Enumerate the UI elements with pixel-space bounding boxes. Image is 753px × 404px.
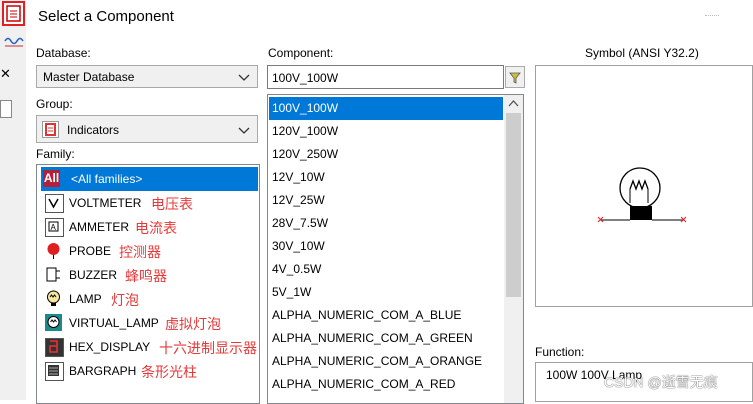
symbol-label: Symbol (ANSI Y32.2)	[585, 46, 699, 60]
lamp-icon	[45, 290, 62, 307]
family-item-label: AMMETER	[69, 220, 129, 234]
watermark: CSDN @逝雪无痕	[604, 374, 718, 390]
family-item-label: PROBE	[69, 244, 112, 258]
family-item-label: BUZZER	[69, 268, 117, 282]
family-item-annotation: 十六进制显示器	[159, 341, 257, 357]
chevron-down-icon	[238, 127, 250, 134]
virtual-lamp-icon	[45, 314, 62, 331]
family-item-buzzer[interactable]: BUZZER 蜂鸣器	[39, 263, 257, 287]
filter-icon	[509, 72, 521, 84]
close-icon[interactable]: ✕	[0, 66, 12, 84]
component-item[interactable]: 28V_7.5W	[269, 212, 503, 235]
component-item[interactable]: 30V_10W	[269, 235, 503, 258]
component-rows: 100V_100W 120V_100W 120V_250W 12V_10W 12V_25…	[269, 97, 503, 396]
group-label: Group:	[36, 97, 73, 111]
scroll-up-icon[interactable]	[504, 95, 523, 112]
component-item[interactable]: 12V_10W	[269, 166, 503, 189]
family-item-label: HEX_DISPLAY	[69, 340, 151, 354]
wave-icon[interactable]	[4, 33, 24, 51]
family-item-label: <All families>	[71, 172, 143, 186]
family-label: Family:	[36, 147, 75, 161]
family-item-annotation: 蜂鸣器	[125, 269, 167, 285]
family-item-annotation: 虚拟灯泡	[165, 317, 221, 333]
component-item[interactable]: 120V_250W	[269, 143, 503, 166]
side-toolbar	[0, 0, 26, 400]
database-select[interactable]: Master Database	[36, 65, 258, 88]
family-list[interactable]: All <All families> VOLTMETER 电压表 A AMMET…	[36, 164, 260, 404]
component-item[interactable]: ALPHA_NUMERIC_COM_A_BLUE	[269, 304, 503, 327]
component-input[interactable]: 100V_100W	[267, 65, 504, 89]
family-item-annotation: 电流表	[135, 221, 177, 237]
component-item[interactable]: 5V_1W	[269, 281, 503, 304]
family-item-virtual-lamp[interactable]: VIRTUAL_LAMP 虚拟灯泡	[39, 311, 257, 335]
component-list[interactable]: 100V_100W 120V_100W 120V_250W 12V_10W 12V_25…	[267, 94, 524, 404]
scrollbar-thumb[interactable]	[506, 113, 521, 297]
window-control-icon[interactable]	[705, 15, 719, 17]
hex-display-icon	[45, 338, 64, 357]
component-item[interactable]: ALPHA_NUMERIC_COM_A_RED	[269, 373, 503, 396]
component-item[interactable]: ALPHA_NUMERIC_COM_A_ORANGE	[269, 350, 503, 373]
family-item-annotation: 电压表	[151, 197, 193, 213]
ammeter-icon: A	[45, 218, 64, 237]
family-item-hex-display[interactable]: HEX_DISPLAY 十六进制显示器	[39, 335, 257, 359]
symbol-preview	[535, 65, 753, 307]
family-item-all[interactable]: All <All families>	[41, 167, 258, 191]
filter-button[interactable]	[505, 66, 525, 88]
component-item[interactable]: 120V_100W	[269, 120, 503, 143]
family-item-annotation: 条形光柱	[141, 365, 197, 381]
family-item-voltmeter[interactable]: VOLTMETER 电压表	[39, 191, 257, 215]
family-item-lamp[interactable]: LAMP 灯泡	[39, 287, 257, 311]
function-label: Function:	[535, 345, 585, 359]
component-label: Component:	[268, 46, 334, 60]
probe-icon	[45, 242, 62, 259]
component-item[interactable]: 4V_0.5W	[269, 258, 503, 281]
family-item-label: VIRTUAL_LAMP	[69, 316, 159, 330]
family-item-label: LAMP	[69, 292, 102, 306]
component-input-value: 100V_100W	[272, 71, 339, 85]
database-value: Master Database	[43, 70, 135, 84]
chevron-down-icon	[238, 74, 250, 81]
component-item[interactable]: 12V_25W	[269, 189, 503, 212]
bargraph-icon	[45, 362, 64, 381]
indicators-icon	[42, 121, 59, 138]
component-item[interactable]: 100V_100W	[269, 97, 503, 120]
dialog-title: Select a Component	[38, 8, 174, 25]
tool-icon[interactable]	[0, 100, 12, 118]
all-families-icon: All	[43, 170, 60, 187]
component-dialog-icon[interactable]	[2, 1, 25, 26]
family-item-label: VOLTMETER	[69, 196, 142, 210]
lamp-symbol-icon	[597, 167, 687, 223]
family-item-annotation: 控测器	[119, 245, 161, 261]
svg-text:A: A	[51, 223, 57, 232]
family-item-label: BARGRAPH	[69, 364, 137, 378]
group-value: Indicators	[67, 123, 120, 137]
family-item-bargraph[interactable]: BARGRAPH 条形光柱	[39, 359, 257, 383]
database-label: Database:	[36, 46, 91, 60]
scrollbar[interactable]	[504, 95, 523, 403]
family-item-ammeter[interactable]: A AMMETER 电流表	[39, 215, 257, 239]
family-item-probe[interactable]: PROBE 控测器	[39, 239, 257, 263]
voltmeter-icon	[45, 194, 64, 213]
component-item[interactable]: ALPHA_NUMERIC_COM_A_GREEN	[269, 327, 503, 350]
buzzer-icon	[45, 266, 62, 283]
family-item-annotation: 灯泡	[111, 293, 139, 309]
group-select[interactable]: Indicators	[36, 115, 258, 143]
